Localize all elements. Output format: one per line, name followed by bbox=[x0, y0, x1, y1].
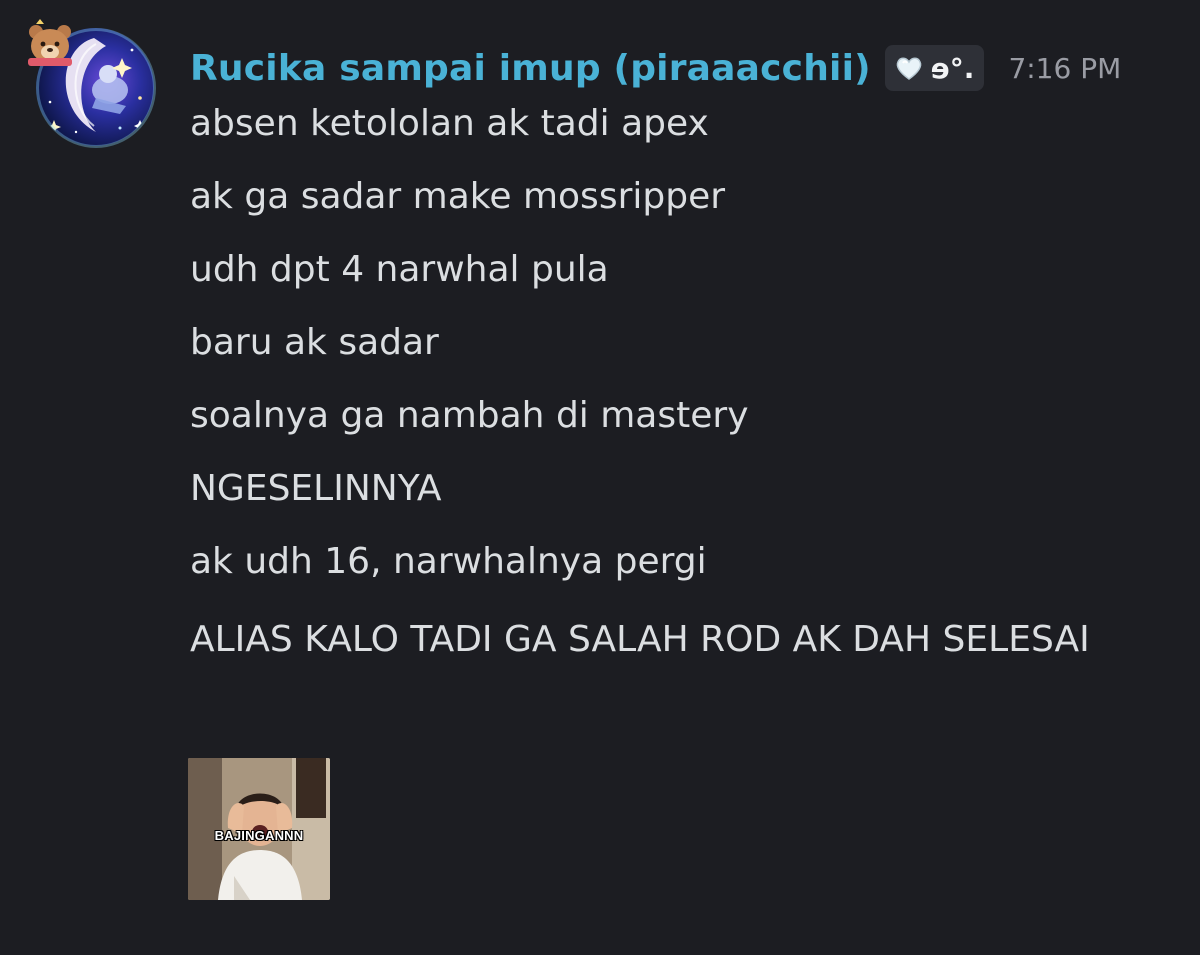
message-line: ak udh 16, narwhalnya pergi bbox=[190, 541, 707, 582]
server-tag-text: ɘ°. bbox=[930, 51, 975, 85]
gif-caption: BAJINGANNN bbox=[214, 828, 304, 843]
gif-attachment[interactable]: BAJINGANNN bbox=[188, 758, 330, 900]
user-avatar[interactable] bbox=[28, 19, 156, 148]
message-line: baru ak sadar bbox=[190, 322, 439, 363]
message-line: ALIAS KALO TADI GA SALAH ROD AK DAH SELE… bbox=[190, 619, 1090, 660]
message-header: Rucika sampai imup (piraaacchii) ɘ°. 7:1… bbox=[190, 44, 1121, 92]
chat-message: Rucika sampai imup (piraaacchii) ɘ°. 7:1… bbox=[0, 0, 1200, 955]
message-line: NGESELINNYA bbox=[190, 468, 442, 509]
white-heart-icon bbox=[895, 55, 923, 81]
message-timestamp[interactable]: 7:16 PM bbox=[1008, 52, 1121, 85]
message-line: udh dpt 4 narwhal pula bbox=[190, 249, 609, 290]
message-line: ak ga sadar make mossripper bbox=[190, 176, 726, 217]
server-tag-badge[interactable]: ɘ°. bbox=[884, 45, 985, 91]
message-line: absen ketololan ak tadi apex bbox=[190, 103, 709, 144]
message-content: absen ketololan ak tadi apex ak ga sadar… bbox=[190, 102, 1150, 667]
author-name[interactable]: Rucika sampai imup (piraaacchii) bbox=[190, 48, 871, 89]
teddy-bear-icon bbox=[28, 19, 72, 66]
message-line: soalnya ga nambah di mastery bbox=[190, 395, 749, 436]
